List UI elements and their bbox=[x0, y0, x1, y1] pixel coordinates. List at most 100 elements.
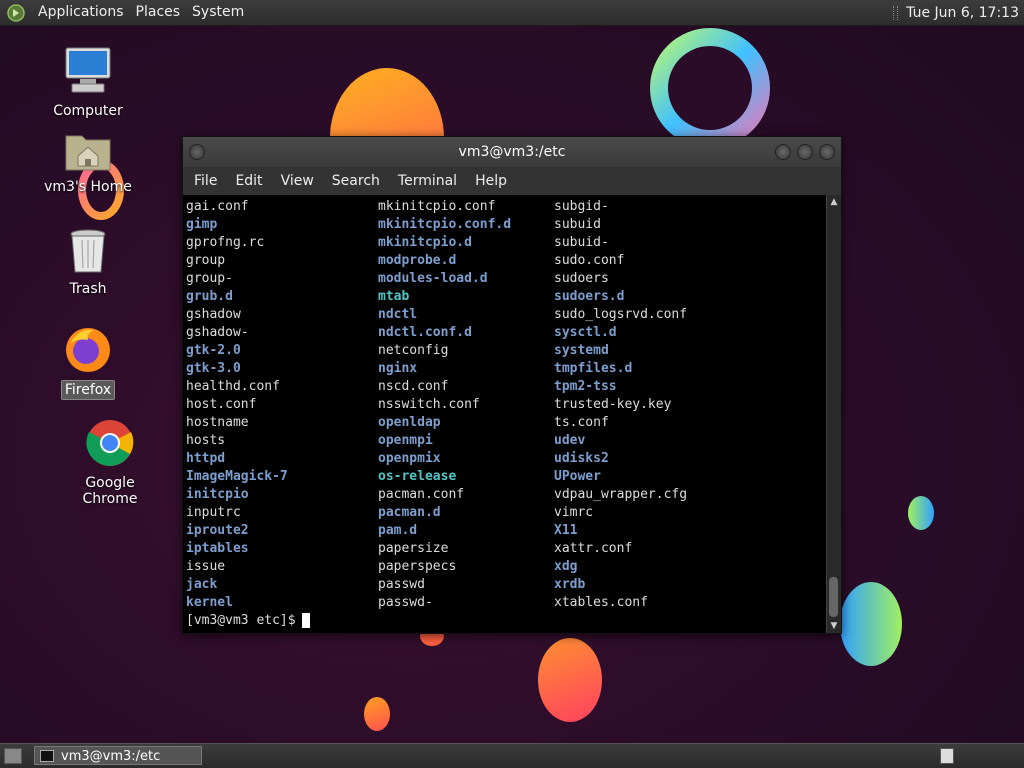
listing-entry: nginx bbox=[378, 361, 418, 376]
listing-entry: UPower bbox=[554, 469, 601, 484]
listing-entry: openpmix bbox=[378, 451, 441, 466]
terminal-menubar: File Edit View Search Terminal Help bbox=[183, 167, 841, 195]
listing-entry: os-release bbox=[378, 469, 457, 484]
taskbar-window-button[interactable]: vm3@vm3:/etc bbox=[34, 746, 202, 765]
listing-entry: gshadow- bbox=[186, 325, 249, 340]
desktop-icon-firefox[interactable]: Firefox bbox=[38, 324, 138, 400]
listing-entry: ndctl bbox=[378, 307, 418, 322]
mate-logo-icon[interactable] bbox=[7, 3, 25, 22]
desktop-icon-trash[interactable]: Trash bbox=[38, 228, 138, 298]
wallpaper-orb-bottom-small bbox=[364, 697, 390, 731]
listing-entry: hostname bbox=[186, 415, 249, 430]
clock[interactable]: Tue Jun 6, 17:13 bbox=[906, 5, 1024, 21]
listing-entry: inputrc bbox=[186, 505, 241, 520]
window-menu-button[interactable] bbox=[189, 144, 205, 160]
scroll-up-arrow-icon[interactable]: ▲ bbox=[829, 197, 839, 207]
listing-entry: subgid- bbox=[554, 199, 609, 214]
terminal-output[interactable]: gai.conf gimp gprofng.rc group group-grub.d g… bbox=[183, 195, 826, 633]
listing-entry: X11 bbox=[554, 523, 578, 538]
listing-entry: iptables bbox=[186, 541, 249, 556]
desktop-icon-home[interactable]: vm3's Home bbox=[38, 128, 138, 196]
listing-entry: xtables.conf bbox=[554, 595, 648, 610]
listing-entry: gimp bbox=[186, 217, 218, 232]
listing-entry: tpm2-tss bbox=[554, 379, 617, 394]
listing-entry: nsswitch.conf bbox=[378, 397, 480, 412]
listing-entry: xattr.conf bbox=[554, 541, 633, 556]
listing-entry: mkinitcpio.conf bbox=[378, 199, 496, 214]
listing-column-3: subgid-subuid subuid-sudo.conf sudoers sudo… bbox=[554, 198, 687, 612]
listing-entry: vimrc bbox=[554, 505, 594, 520]
listing-entry: sudo.conf bbox=[554, 253, 625, 268]
listing-entry: gprofng.rc bbox=[186, 235, 265, 250]
listing-entry: ImageMagick-7 bbox=[186, 469, 288, 484]
show-desktop-button[interactable] bbox=[4, 748, 22, 764]
listing-entry: kernel bbox=[186, 595, 233, 610]
listing-entry: subuid- bbox=[554, 235, 609, 250]
listing-entry: httpd bbox=[186, 451, 226, 466]
maximize-button[interactable] bbox=[797, 144, 813, 160]
text-cursor bbox=[301, 613, 310, 628]
desktop-icon-label: Trash bbox=[69, 281, 107, 297]
workspace-switcher[interactable] bbox=[940, 748, 954, 764]
trash-icon bbox=[70, 229, 106, 273]
listing-entry: iproute2 bbox=[186, 523, 249, 538]
listing-entry: trusted-key.key bbox=[554, 397, 672, 412]
listing-entry: vdpau_wrapper.cfg bbox=[554, 487, 688, 502]
listing-entry: jack bbox=[186, 577, 218, 592]
listing-entry: issue bbox=[186, 559, 226, 574]
listing-entry: gtk-3.0 bbox=[186, 361, 241, 376]
listing-entry: udisks2 bbox=[554, 451, 609, 466]
wallpaper-orb-small-right bbox=[908, 496, 934, 530]
listing-entry: pacman.conf bbox=[378, 487, 465, 502]
menu-terminal[interactable]: Terminal bbox=[389, 173, 466, 189]
listing-entry: hosts bbox=[186, 433, 226, 448]
listing-entry: netconfig bbox=[378, 343, 449, 358]
menu-places[interactable]: Places bbox=[130, 0, 187, 25]
scrollbar-thumb[interactable] bbox=[829, 577, 838, 617]
listing-entry: modprobe.d bbox=[378, 253, 457, 268]
minimize-button[interactable] bbox=[775, 144, 791, 160]
listing-entry: gai.conf bbox=[186, 199, 249, 214]
prompt-text: [vm3@vm3 etc]$ bbox=[186, 613, 296, 628]
listing-entry: grub.d bbox=[186, 289, 233, 304]
desktop-icon-chrome[interactable]: Google Chrome bbox=[60, 418, 160, 508]
listing-entry: nscd.conf bbox=[378, 379, 449, 394]
listing-entry: pacman.d bbox=[378, 505, 441, 520]
desktop-icon-computer[interactable]: Computer bbox=[38, 44, 138, 120]
wallpaper-ring bbox=[650, 28, 770, 148]
taskbar-window-label: vm3@vm3:/etc bbox=[61, 749, 161, 764]
home-folder-icon bbox=[65, 135, 111, 171]
desktop-icon-label: Computer bbox=[53, 103, 123, 119]
listing-column-2: mkinitcpio.conf mkinitcpio.conf.d mkinitcp… bbox=[378, 198, 511, 612]
menu-system[interactable]: System bbox=[186, 0, 250, 25]
desktop-icon-label: Google Chrome bbox=[82, 475, 138, 507]
scroll-down-arrow-icon[interactable]: ▼ bbox=[829, 621, 839, 631]
chrome-icon bbox=[86, 420, 134, 466]
listing-entry: ts.conf bbox=[554, 415, 609, 430]
desktop-icon-label: vm3's Home bbox=[44, 179, 132, 195]
menu-help[interactable]: Help bbox=[466, 173, 516, 189]
listing-entry: paperspecs bbox=[378, 559, 457, 574]
listing-entry: openmpi bbox=[378, 433, 433, 448]
menu-view[interactable]: View bbox=[272, 173, 323, 189]
panel-handle[interactable] bbox=[893, 5, 899, 20]
listing-entry: initcpio bbox=[186, 487, 249, 502]
listing-entry: host.conf bbox=[186, 397, 257, 412]
terminal-window[interactable]: vm3@vm3:/etc File Edit View Search Termi… bbox=[182, 136, 842, 634]
listing-entry: xdg bbox=[554, 559, 578, 574]
listing-column-1: gai.conf gimp gprofng.rc group group-grub.d g… bbox=[186, 198, 288, 612]
menu-applications[interactable]: Applications bbox=[32, 0, 130, 25]
listing-entry: passwd bbox=[378, 577, 425, 592]
menu-file[interactable]: File bbox=[185, 173, 226, 189]
listing-entry: sudoers.d bbox=[554, 289, 625, 304]
listing-entry: group- bbox=[186, 271, 233, 286]
listing-entry: subuid bbox=[554, 217, 601, 232]
listing-entry: gtk-2.0 bbox=[186, 343, 241, 358]
menu-search[interactable]: Search bbox=[323, 173, 389, 189]
close-button[interactable] bbox=[819, 144, 835, 160]
window-titlebar[interactable]: vm3@vm3:/etc bbox=[183, 137, 841, 167]
bottom-taskbar: vm3@vm3:/etc bbox=[0, 743, 1024, 768]
listing-entry: openldap bbox=[378, 415, 441, 430]
terminal-scrollbar[interactable]: ▲ ▼ bbox=[826, 195, 841, 633]
menu-edit[interactable]: Edit bbox=[226, 173, 271, 189]
